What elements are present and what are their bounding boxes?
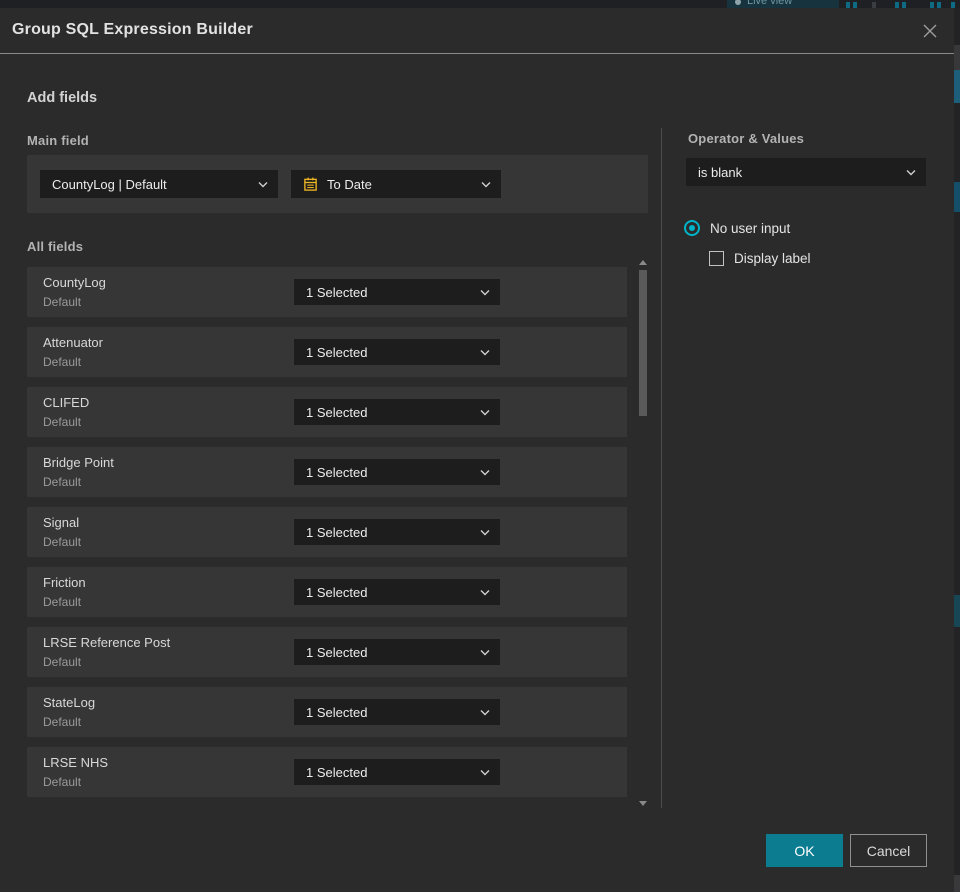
field-selected-dropdown[interactable]: 1 Selected bbox=[294, 699, 500, 725]
dialog-title: Group SQL Expression Builder bbox=[12, 21, 253, 38]
field-name: LRSE NHS bbox=[43, 755, 109, 770]
field-selected-dropdown[interactable]: 1 Selected bbox=[294, 759, 500, 785]
field-row: CLIFED Default 1 Selected bbox=[27, 387, 627, 437]
field-selected-value: 1 Selected bbox=[306, 404, 368, 420]
group-sql-expression-builder-dialog: Group SQL Expression Builder Add fields … bbox=[0, 8, 954, 892]
field-selected-dropdown[interactable]: 1 Selected bbox=[294, 579, 500, 605]
field-selected-value: 1 Selected bbox=[306, 344, 368, 360]
live-view-label: Live view bbox=[747, 0, 793, 7]
list-scrollbar[interactable] bbox=[638, 258, 648, 810]
live-view-dot-icon bbox=[735, 0, 741, 5]
chevron-down-icon bbox=[480, 589, 490, 596]
field-row: Bridge Point Default 1 Selected bbox=[27, 447, 627, 497]
calendar-icon bbox=[303, 176, 318, 192]
background-app-bar: Live view bbox=[0, 0, 960, 8]
dialog-header: Group SQL Expression Builder bbox=[0, 8, 954, 54]
chevron-down-icon bbox=[480, 409, 490, 416]
ok-button[interactable]: OK bbox=[766, 834, 843, 867]
background-sliver-segment bbox=[954, 45, 960, 70]
field-name: LRSE Reference Post bbox=[43, 635, 171, 650]
background-sliver-segment bbox=[954, 182, 960, 212]
field-selected-dropdown[interactable]: 1 Selected bbox=[294, 399, 500, 425]
chevron-down-icon bbox=[480, 289, 490, 296]
chevron-down-icon bbox=[480, 769, 490, 776]
chevron-down-icon bbox=[481, 181, 491, 188]
chevron-down-icon bbox=[480, 349, 490, 356]
display-label-checkbox[interactable]: Display label bbox=[709, 251, 811, 266]
background-app-sliver bbox=[954, 8, 960, 892]
no-user-input-radio[interactable]: No user input bbox=[684, 220, 790, 236]
cancel-button[interactable]: Cancel bbox=[850, 834, 927, 867]
field-subtitle: Default bbox=[43, 775, 82, 789]
main-field-select-value: CountyLog | Default bbox=[52, 176, 167, 192]
field-name: Bridge Point bbox=[43, 455, 114, 470]
background-sliver-segment bbox=[954, 70, 960, 103]
background-sliver-segment bbox=[954, 595, 960, 627]
chevron-down-icon bbox=[480, 529, 490, 536]
chevron-down-icon bbox=[258, 181, 268, 188]
field-subtitle: Default bbox=[43, 415, 82, 429]
field-subtitle: Default bbox=[43, 535, 82, 549]
field-selected-dropdown[interactable]: 1 Selected bbox=[294, 339, 500, 365]
field-selected-dropdown[interactable]: 1 Selected bbox=[294, 459, 500, 485]
chevron-down-icon bbox=[480, 649, 490, 656]
no-user-input-label: No user input bbox=[710, 220, 791, 236]
main-field-type-select[interactable]: To Date bbox=[291, 170, 501, 198]
operator-select-value: is blank bbox=[698, 164, 743, 180]
field-name: Attenuator bbox=[43, 335, 103, 350]
field-row: Signal Default 1 Selected bbox=[27, 507, 627, 557]
background-sliver-segment bbox=[954, 875, 960, 892]
field-selected-value: 1 Selected bbox=[306, 644, 368, 660]
field-name: CountyLog bbox=[43, 275, 106, 290]
field-row: CountyLog Default 1 Selected bbox=[27, 267, 627, 317]
field-subtitle: Default bbox=[43, 295, 82, 309]
field-selected-value: 1 Selected bbox=[306, 704, 368, 720]
live-view-toggle: Live view bbox=[727, 0, 839, 8]
scroll-up-arrow[interactable] bbox=[639, 260, 647, 265]
checkbox-icon[interactable] bbox=[709, 251, 724, 266]
field-selected-value: 1 Selected bbox=[306, 764, 368, 780]
field-name: CLIFED bbox=[43, 395, 90, 410]
field-row: Attenuator Default 1 Selected bbox=[27, 327, 627, 377]
field-selected-value: 1 Selected bbox=[306, 524, 368, 540]
field-selected-dropdown[interactable]: 1 Selected bbox=[294, 639, 500, 665]
operator-select[interactable]: is blank bbox=[686, 158, 926, 186]
radio-icon[interactable] bbox=[684, 220, 700, 236]
field-row: StateLog Default 1 Selected bbox=[27, 687, 627, 737]
field-row: LRSE NHS Default 1 Selected bbox=[27, 747, 627, 797]
field-name: StateLog bbox=[43, 695, 96, 710]
scroll-down-arrow[interactable] bbox=[639, 801, 647, 806]
field-name: Signal bbox=[43, 515, 80, 530]
field-row: LRSE Reference Post Default 1 Selected bbox=[27, 627, 627, 677]
field-subtitle: Default bbox=[43, 475, 82, 489]
field-subtitle: Default bbox=[43, 655, 82, 669]
field-row: Friction Default 1 Selected bbox=[27, 567, 627, 617]
main-field-type-value: To Date bbox=[327, 176, 372, 192]
field-selected-dropdown[interactable]: 1 Selected bbox=[294, 279, 500, 305]
field-name: Friction bbox=[43, 575, 86, 590]
field-selected-value: 1 Selected bbox=[306, 284, 368, 300]
field-subtitle: Default bbox=[43, 355, 82, 369]
operator-values-label: Operator & Values bbox=[688, 131, 805, 146]
field-subtitle: Default bbox=[43, 595, 82, 609]
chevron-down-icon bbox=[906, 169, 916, 176]
scrollbar-thumb[interactable] bbox=[639, 270, 647, 416]
column-divider bbox=[661, 128, 662, 808]
field-selected-dropdown[interactable]: 1 Selected bbox=[294, 519, 500, 545]
main-field-select[interactable]: CountyLog | Default bbox=[40, 170, 278, 198]
field-selected-value: 1 Selected bbox=[306, 584, 368, 600]
field-subtitle: Default bbox=[43, 715, 82, 729]
add-fields-heading: Add fields bbox=[27, 90, 98, 106]
close-icon[interactable] bbox=[919, 20, 941, 42]
field-selected-value: 1 Selected bbox=[306, 464, 368, 480]
chevron-down-icon bbox=[480, 709, 490, 716]
display-label-label: Display label bbox=[734, 251, 811, 266]
main-field-panel: CountyLog | Default To Date bbox=[27, 155, 648, 213]
all-fields-label: All fields bbox=[27, 239, 84, 254]
chevron-down-icon bbox=[480, 469, 490, 476]
main-field-label: Main field bbox=[27, 133, 89, 148]
